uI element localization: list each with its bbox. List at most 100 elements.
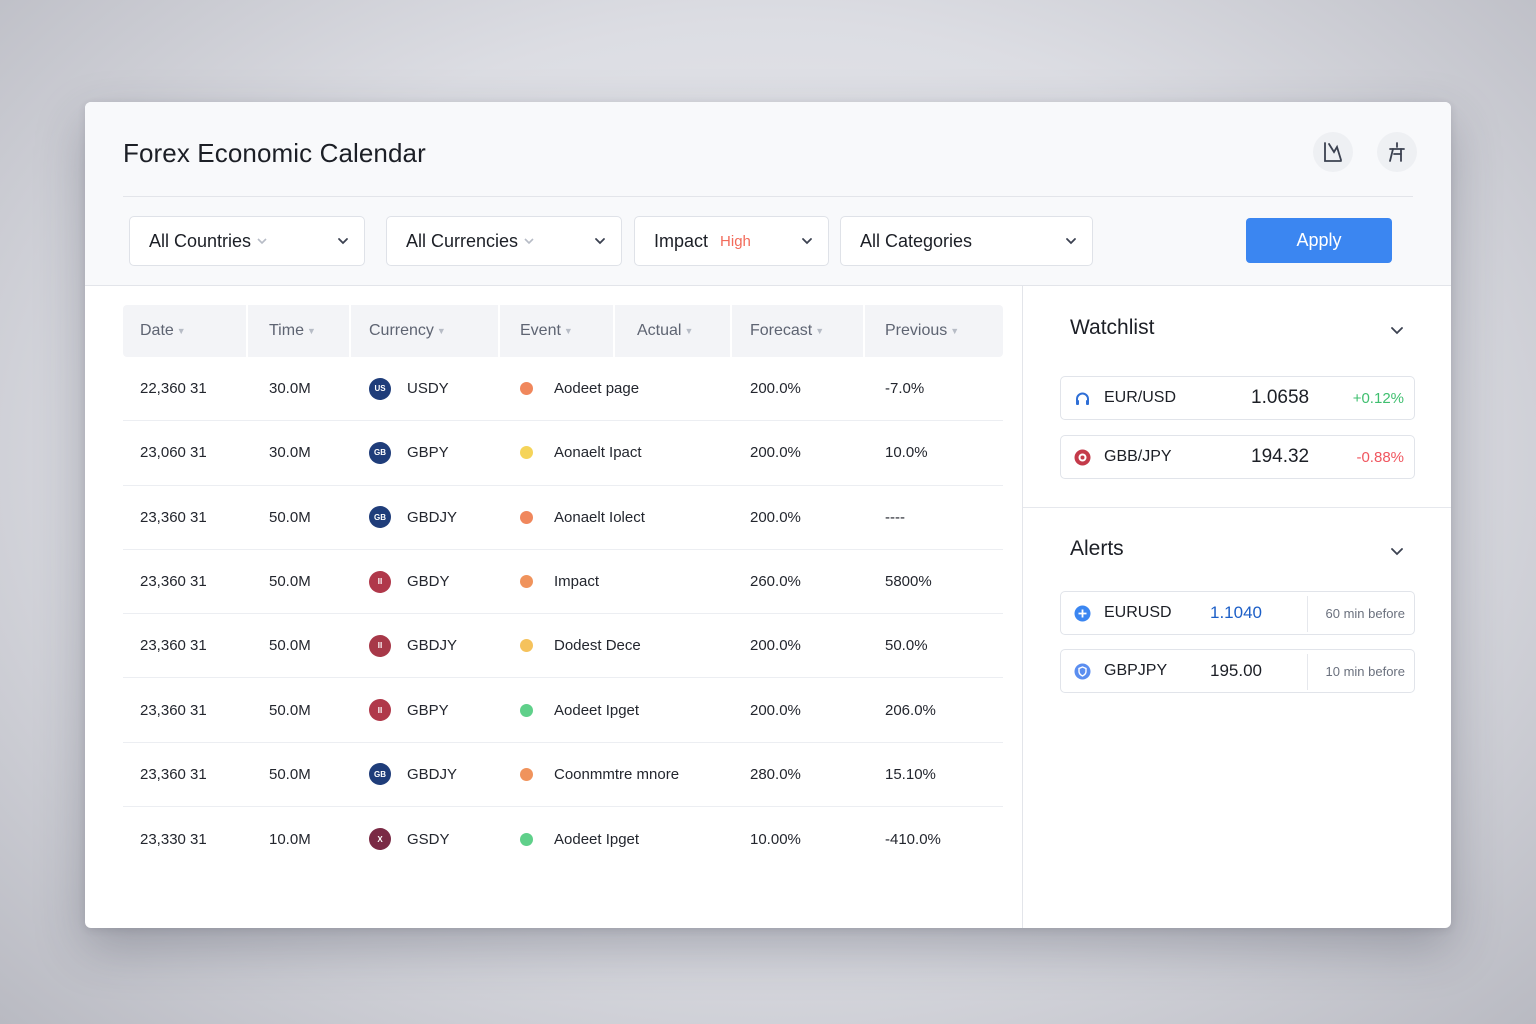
cell-previous: 5800%: [885, 550, 932, 613]
cell-forecast: 260.0%: [750, 550, 801, 613]
cell-time: 50.0M: [269, 678, 311, 741]
cell-currency-text: GBPY: [407, 701, 449, 719]
cell-forecast: 200.0%: [750, 421, 801, 484]
cell-currency-text: GBPY: [407, 444, 449, 462]
events-table: Date ▼ Time ▼ Currency ▼ Event ▼ Actual ▼ For…: [123, 305, 1003, 871]
cell-currency-text: USDY: [407, 380, 449, 398]
currency-flag-icon: II: [369, 570, 391, 593]
categories-select-value: All Categories: [860, 230, 973, 251]
col-header-previous[interactable]: Previous ▼: [885, 305, 959, 357]
impact-dot-icon: [520, 575, 533, 589]
cell-date-text: 23,360 31: [140, 637, 207, 655]
cell-event: Aodeet Ipget: [520, 807, 639, 871]
impact-select[interactable]: Impact High: [634, 216, 829, 266]
alert-time: 60 min before: [1325, 605, 1406, 621]
currency-flag-icon: II: [369, 634, 391, 657]
alert-pair: EURUSD: [1104, 604, 1172, 621]
countries-select-value: All Countries: [149, 230, 252, 251]
col-header-event[interactable]: Event ▼: [520, 305, 573, 357]
currencies-select[interactable]: All Currencies: [386, 216, 622, 266]
alert-item-gbpjpy[interactable]: GBPJPY 195.00 10 min before: [1060, 649, 1415, 693]
table-row[interactable]: 23,360 31 50.0M II GBDJY Dodest Dece 200.0% 50…: [123, 614, 1003, 679]
chevron-down-small-icon: [524, 237, 534, 245]
cell-event-text: Aodeet Ipget: [554, 830, 640, 848]
cell-event: Aonaelt Ipact: [520, 421, 642, 484]
cell-forecast: 200.0%: [750, 357, 801, 420]
cell-date-text: 23,060 31: [140, 444, 207, 462]
cell-currency: II GBDJY: [369, 614, 457, 677]
cell-forecast: 200.0%: [750, 614, 801, 677]
table-row[interactable]: 23,360 31 50.0M GB GBDJY Aonaelt Iolect 200.0…: [123, 486, 1003, 550]
watchlist-chevron-down-icon[interactable]: [1388, 321, 1406, 339]
cell-event: Dodest Dece: [520, 614, 641, 677]
cell-date-text: 23,330 31: [140, 830, 207, 848]
col-header-label: Actual: [637, 322, 682, 339]
watchlist-pair: GBB/JPY: [1104, 448, 1172, 465]
sort-icon: ▼: [684, 326, 694, 336]
cell-event-text: Impact: [554, 573, 600, 591]
cell-date: 23,360 31: [140, 743, 207, 806]
font-icon[interactable]: [1377, 132, 1417, 172]
cell-event-text: Aodeet page: [554, 380, 640, 398]
cell-previous: ----: [885, 486, 905, 549]
impact-dot-icon: [520, 446, 533, 460]
chart-icon[interactable]: [1313, 132, 1353, 172]
chevron-down-icon: [336, 234, 350, 248]
col-header-date[interactable]: Date ▼: [140, 305, 186, 357]
currencies-select-value: All Currencies: [406, 230, 519, 251]
watchlist-change: -0.88%: [1356, 448, 1404, 466]
cell-time-text: 30.0M: [269, 380, 311, 398]
cell-time-text: 50.0M: [269, 573, 311, 591]
table-row[interactable]: 23,360 31 50.0M II GBPY Aodeet Ipget 200.0% 20…: [123, 678, 1003, 743]
watchlist-price: 1.0658: [1251, 387, 1310, 408]
cell-previous: 50.0%: [885, 614, 928, 677]
watchlist-price: 194.32: [1251, 446, 1310, 467]
chevron-down-icon: [593, 234, 607, 248]
col-header-time[interactable]: Time ▼: [269, 305, 316, 357]
alert-separator: [1307, 596, 1308, 632]
plus-circle-icon: [1074, 605, 1091, 622]
cell-previous-text: ----: [885, 508, 905, 526]
header-separator: [730, 305, 732, 357]
table-row[interactable]: 22,360 31 30.0M US USDY Aodeet page 200.0% -7.…: [123, 357, 1003, 422]
header-divider: [123, 196, 1413, 197]
watchlist-item-eurusd[interactable]: EUR/USD 1.0658 +0.12%: [1060, 376, 1415, 420]
cell-date: 23,360 31: [140, 486, 207, 549]
col-header-currency[interactable]: Currency ▼: [369, 305, 446, 357]
watchlist-item-gbbjpy[interactable]: GBB/JPY 194.32 -0.88%: [1060, 435, 1415, 479]
header-separator: [246, 305, 248, 357]
cell-previous: 15.10%: [885, 743, 936, 806]
countries-select[interactable]: All Countries: [129, 216, 365, 266]
flag-icon: [1074, 449, 1091, 466]
cell-forecast: 10.00%: [750, 807, 801, 871]
cell-currency: GB GBDJY: [369, 743, 457, 806]
alerts-chevron-down-icon[interactable]: [1388, 542, 1406, 560]
cell-previous-text: -7.0%: [885, 380, 925, 398]
cell-date-text: 23,360 31: [140, 573, 207, 591]
cell-event: Impact: [520, 550, 599, 613]
currency-flag-icon: GB: [369, 441, 391, 464]
table-row[interactable]: 23,060 31 30.0M GB GBPY Aonaelt Ipact 200.0% 1…: [123, 421, 1003, 486]
table-row[interactable]: 23,330 31 10.0M X GSDY Aodeet Ipget 10.00% -41…: [123, 807, 1003, 871]
cell-time-text: 10.0M: [269, 830, 311, 848]
alert-item-eurusd[interactable]: EURUSD 1.1040 60 min before: [1060, 591, 1415, 635]
col-header-label: Currency: [369, 322, 434, 339]
alert-value: 1.1040: [1210, 603, 1262, 622]
cell-forecast: 280.0%: [750, 743, 801, 806]
cell-time: 50.0M: [269, 614, 311, 677]
cell-currency-text: GBDJY: [407, 508, 458, 526]
cell-time-text: 50.0M: [269, 637, 311, 655]
cell-forecast-text: 260.0%: [750, 573, 801, 591]
cell-event: Aonaelt Iolect: [520, 486, 645, 549]
col-header-forecast[interactable]: Forecast ▼: [750, 305, 824, 357]
col-header-actual[interactable]: Actual ▼: [637, 305, 693, 357]
impact-dot-icon: [520, 832, 533, 846]
cell-event-text: Coonmmtre mnore: [554, 765, 680, 783]
table-row[interactable]: 23,360 31 50.0M II GBDY Impact 260.0% 5800%: [123, 550, 1003, 615]
categories-select[interactable]: All Categories: [840, 216, 1093, 266]
header-bar: Forex Economic Calendar All Countries Al…: [85, 102, 1451, 286]
table-row[interactable]: 23,360 31 50.0M GB GBDJY Coonmmtre mnore 280.…: [123, 743, 1003, 808]
alert-pair: GBPJPY: [1104, 662, 1168, 679]
apply-button[interactable]: Apply: [1246, 218, 1392, 263]
cell-forecast-text: 200.0%: [750, 701, 801, 719]
